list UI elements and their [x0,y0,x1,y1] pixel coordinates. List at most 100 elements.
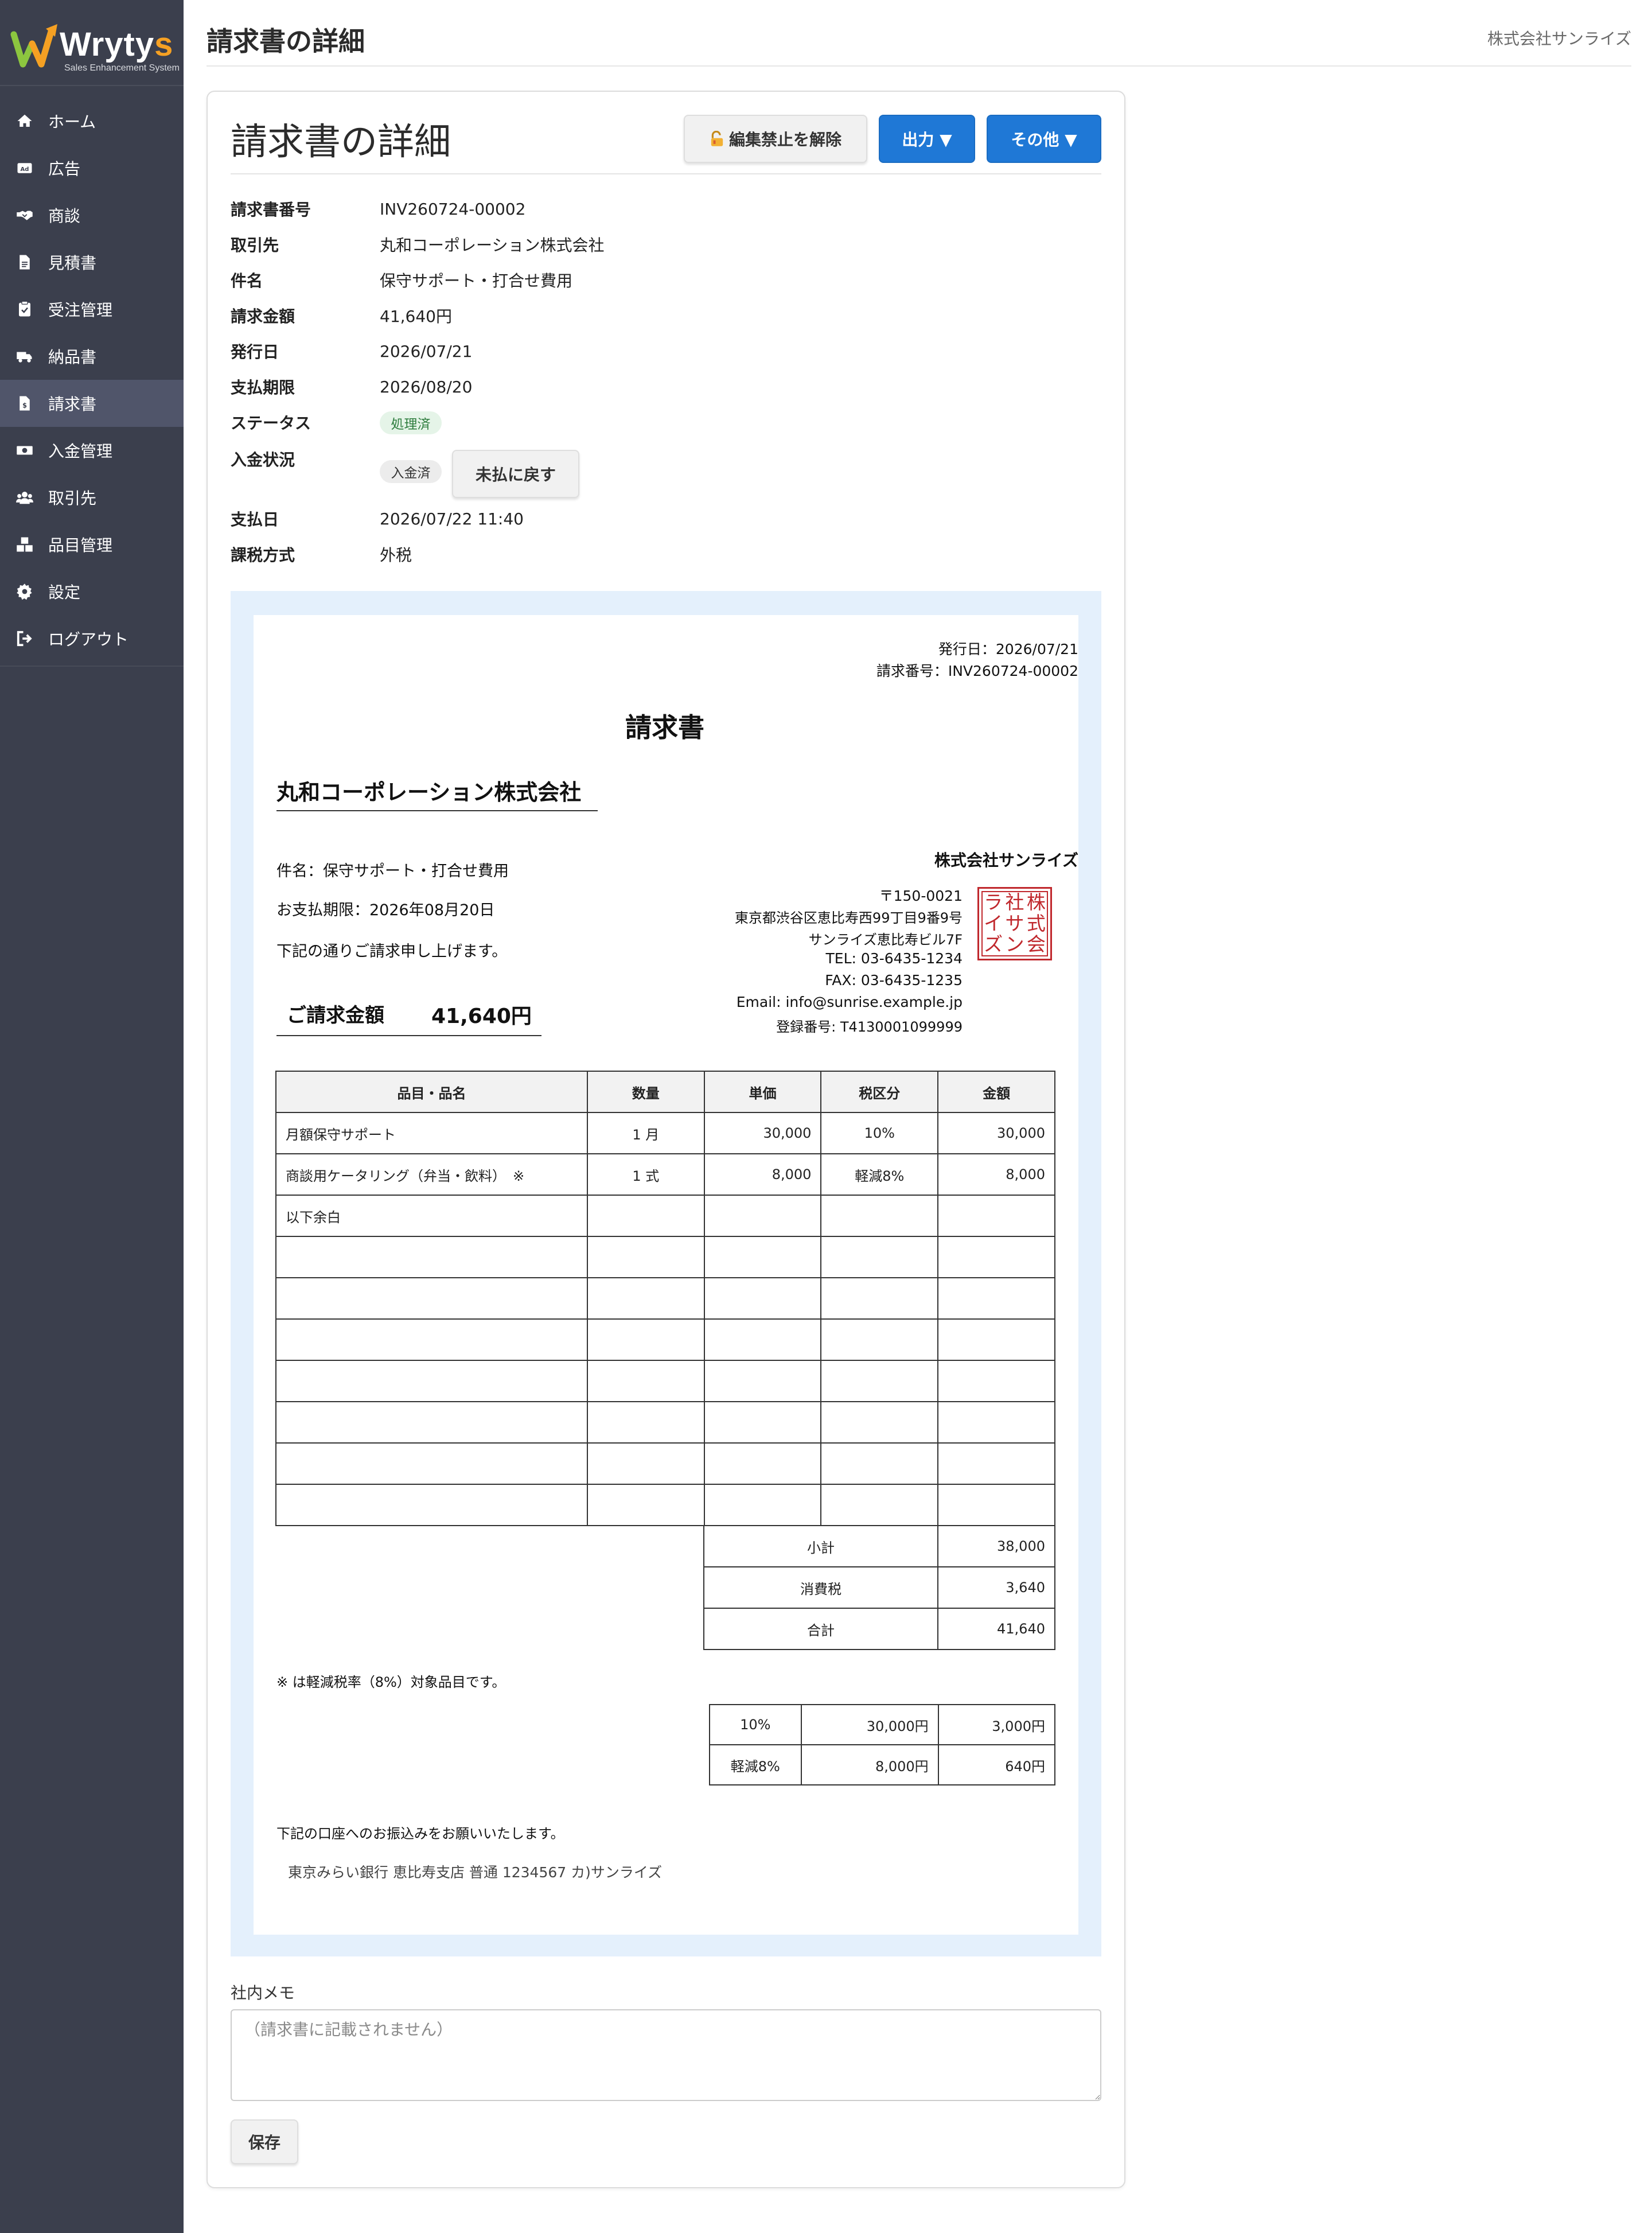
header-divider [206,65,1631,67]
bank-account: 東京みらい銀行 恵比寿支店 普通 1234567 カ)サンライズ [288,1864,663,1881]
table-cell [937,1236,1055,1278]
sidebar-item-orders[interactable]: 受注管理 [0,286,184,333]
column-header: 税区分 [820,1071,939,1113]
detail-label: 請求書番号 [231,200,311,219]
app-logo[interactable]: Wrytys Sales Enhancement System [10,22,180,79]
page-title: 請求書の詳細 [231,121,451,164]
table-cell: 以下余白 [275,1195,588,1237]
table-row: 月額保守サポート 1 月 30,000 10% 30,000 [275,1112,1055,1154]
sidebar-item-quotes[interactable]: 見積書 [0,239,184,286]
gear-icon [16,583,33,600]
table-row: 商談用ケータリング（弁当・飲料） ※ 1 式 8,000 軽減8% 8,000 [275,1153,1055,1196]
table-cell [820,1360,939,1402]
sidebar-item-label: 設定 [48,583,81,602]
invoice-amount-label: ご請求金額 [287,1004,384,1027]
table-cell [586,1442,705,1485]
table-cell [275,1442,588,1485]
boxes-icon [16,536,33,553]
table-cell [820,1484,939,1526]
table-row [275,1484,1055,1526]
table-row [275,1277,1055,1320]
tax-amount: 640円 [937,1744,1056,1785]
invoice-items-table: 品目・品名 数量 単価 税区分 金額 月額保守サポート 1 月 30,000 10% 3… [275,1071,1055,1526]
sidebar-divider [0,85,184,86]
invoice-number: 請求番号：INV260724-00002 [876,663,1078,679]
column-header: 品目・品名 [275,1071,588,1113]
detail-value: 41,640円 [380,307,452,326]
sidebar-item-invoices[interactable]: $ 請求書 [0,380,184,427]
revert-unpaid-button[interactable]: 未払に戻す [452,450,579,498]
users-icon [16,489,33,506]
table-cell [820,1401,939,1444]
seller-address2: サンライズ恵比寿ビル7F [808,932,963,948]
table-cell [586,1484,705,1526]
sidebar-divider [0,666,184,667]
taxable-amount: 8,000円 [800,1744,939,1785]
sidebar-item-payments[interactable]: 入金管理 [0,427,184,474]
detail-value: 2026/07/22 11:40 [380,509,524,528]
sidebar-item-settings[interactable]: 設定 [0,568,184,615]
table-cell [937,1277,1055,1320]
table-cell [703,1277,822,1320]
sidebar-item-logout[interactable]: ログアウト [0,615,184,662]
table-cell [703,1442,822,1485]
sidebar-item-deals[interactable]: 商談 [0,192,184,239]
sidebar-item-ads[interactable]: Ad 広告 [0,145,184,192]
invoice-customer-name: 丸和コーポレーション株式会社 [276,780,582,805]
table-cell [703,1236,822,1278]
seller-name: 株式会社サンライズ [934,851,1078,870]
column-header: 単価 [703,1071,822,1113]
totals-label: 小計 [703,1525,938,1567]
table-cell: 8,000 [937,1153,1055,1196]
payment-status-badge: 入金済 [380,460,442,483]
table-row [275,1442,1055,1485]
seller-email: Email: info@sunrise.example.jp [736,994,963,1010]
unlock-edit-button[interactable]: 編集禁止を解除 [684,115,867,163]
logo-wordmark: Wrytys [60,26,174,63]
table-cell [937,1360,1055,1402]
sidebar-item-delivery[interactable]: 納品書 [0,333,184,380]
clipboard-check-icon [16,301,33,318]
internal-memo-textarea[interactable] [231,2009,1101,2101]
logo-tagline: Sales Enhancement System [64,63,180,73]
sidebar-item-clients[interactable]: 取引先 [0,474,184,521]
sidebar-item-products[interactable]: 品目管理 [0,521,184,568]
home-icon [16,112,33,130]
tax-amount: 3,000円 [937,1704,1056,1745]
sidebar-item-label: 受注管理 [48,301,113,320]
other-dropdown-button[interactable]: その他 ▼ [987,115,1101,163]
detail-value: 保守サポート・打合せ費用 [380,271,573,290]
sidebar-item-label: 請求書 [48,395,97,414]
seller-postal: 〒150-0021 [879,888,963,904]
detail-label: 入金状況 [231,450,295,469]
svg-text:$: $ [22,402,27,410]
save-button[interactable]: 保存 [231,2119,298,2164]
table-cell [275,1484,588,1526]
table-cell [820,1236,939,1278]
invoice-amount-value: 41,640円 [431,1005,532,1028]
detail-label: 課税方式 [231,546,295,565]
sidebar-item-label: 商談 [48,207,81,225]
table-cell [275,1236,588,1278]
table-row: 軽減8% 8,000円 640円 [709,1744,1056,1785]
table-cell [586,1236,705,1278]
invoice-totals-table: 小計 38,000 消費税 3,640 合計 41,640 [703,1525,1055,1650]
totals-label: 消費税 [703,1566,938,1609]
page-header-title: 請求書の詳細 [206,26,365,57]
output-dropdown-button[interactable]: 出力 ▼ [879,115,975,163]
invoice-greeting: 下記の通りご請求申し上げます。 [276,943,508,960]
table-cell [820,1277,939,1320]
title-divider [231,173,1101,174]
table-row: 以下余白 [275,1195,1055,1237]
table-cell [703,1401,822,1444]
table-cell [586,1318,705,1361]
invoice-issue-date: 発行日：2026/07/21 [938,641,1078,658]
sidebar-item-home[interactable]: ホーム [0,98,184,145]
detail-label: 発行日 [231,343,279,361]
sidebar-item-label: ホーム [48,112,96,131]
logo-mark-icon [10,24,57,68]
handshake-icon [16,207,33,224]
table-row: 10% 30,000円 3,000円 [709,1704,1056,1745]
seller-registration-number: 登録番号: T4130001099999 [776,1019,963,1035]
detail-label: 請求金額 [231,307,295,326]
